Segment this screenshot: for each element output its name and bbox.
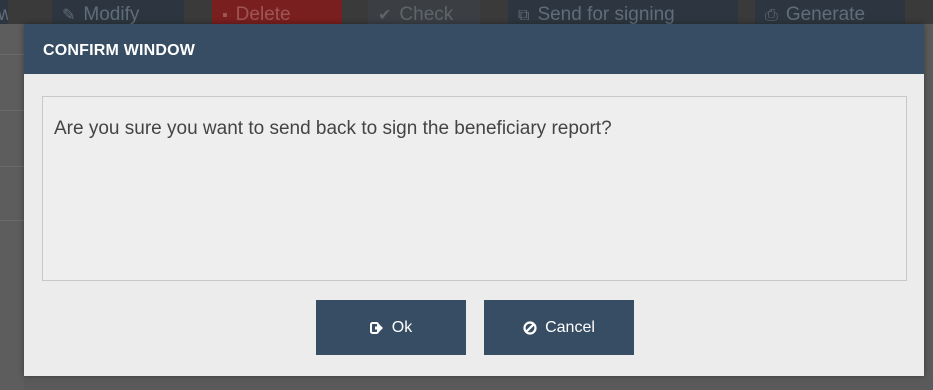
dialog-message: Are you sure you want to send back to si… xyxy=(54,118,612,139)
dialog-footer: Ok Cancel xyxy=(24,300,924,356)
background-toolbar: w ✎ Modify ▪ Delete ✔ Check ⧉ Send for signi… xyxy=(0,0,933,24)
background-divider xyxy=(0,54,24,55)
background-divider xyxy=(0,220,24,221)
trash-icon: ▪ xyxy=(222,7,228,24)
confirm-dialog: CONFIRM WINDOW Are you sure you want to … xyxy=(24,24,924,376)
print-icon: ⎙ xyxy=(765,7,778,24)
generate-button[interactable]: ⎙ Generate xyxy=(755,0,905,24)
delete-button[interactable]: ▪ Delete xyxy=(212,0,342,24)
ban-icon xyxy=(523,320,537,335)
dialog-title: CONFIRM WINDOW xyxy=(24,24,924,74)
background-divider xyxy=(0,166,24,167)
background-content-strip xyxy=(0,24,24,390)
external-link-icon: ⧉ xyxy=(518,7,530,24)
ok-button-label: Ok xyxy=(391,318,413,336)
check-icon: ✔ xyxy=(378,7,392,24)
send-for-signing-button[interactable]: ⧉ Send for signing xyxy=(508,0,738,24)
check-button[interactable]: ✔ Check xyxy=(368,0,480,24)
ok-button[interactable]: Ok xyxy=(316,300,466,355)
background-divider xyxy=(0,110,24,111)
modify-button[interactable]: ✎ Modify xyxy=(52,0,184,24)
cancel-button[interactable]: Cancel xyxy=(484,300,634,355)
dialog-message-box: Are you sure you want to send back to si… xyxy=(42,96,907,281)
sign-in-icon xyxy=(369,321,384,334)
cancel-button-label: Cancel xyxy=(545,318,595,336)
pencil-icon: ✎ xyxy=(62,7,76,24)
background-toolbar-cut-button: w xyxy=(0,0,8,24)
